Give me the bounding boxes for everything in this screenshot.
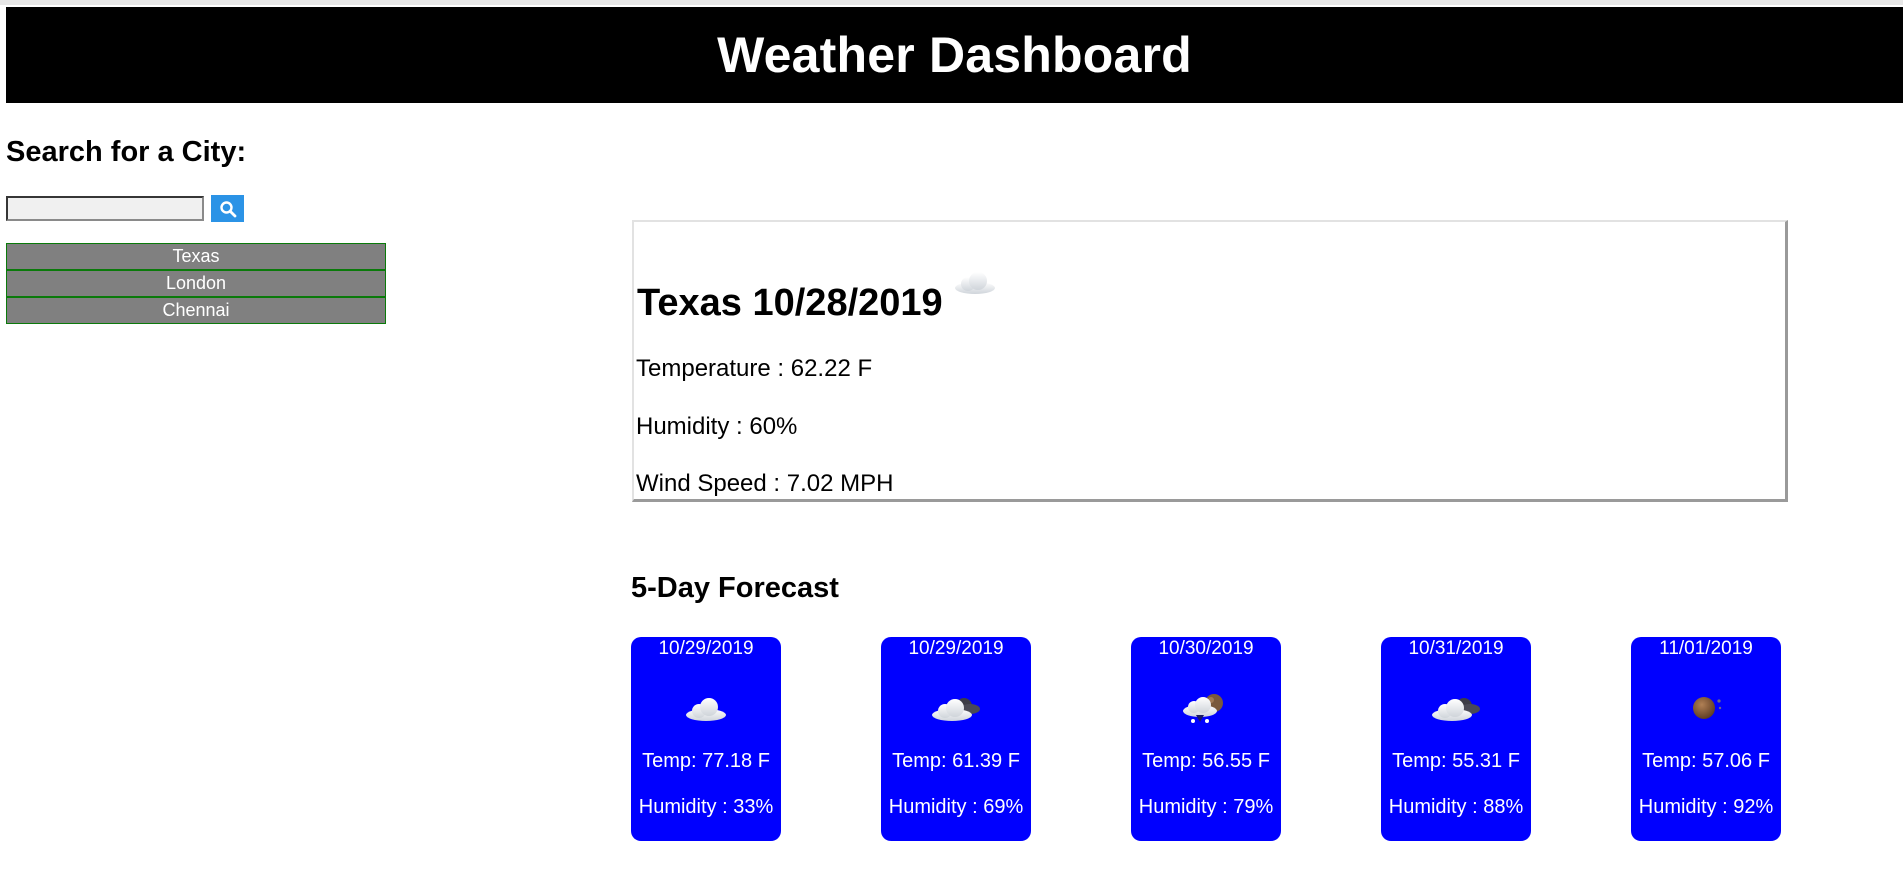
search-icon xyxy=(219,200,236,217)
city-search-input[interactable] xyxy=(6,196,204,221)
forecast-date: 11/01/2019 xyxy=(1659,638,1753,659)
history-item-chennai[interactable]: Chennai xyxy=(6,297,386,324)
forecast-date: 10/31/2019 xyxy=(1408,638,1504,659)
forecast-heading: 5-Day Forecast xyxy=(631,572,839,604)
forecast-card: 10/29/2019 Temp: 77.18 F Humidity : 33% xyxy=(631,637,781,841)
search-button[interactable] xyxy=(211,195,244,222)
forecast-card: 10/29/2019 Temp: 61.39 F Humidity : 69% xyxy=(881,637,1031,841)
forecast-temp: Temp: 57.06 F xyxy=(1642,750,1770,772)
forecast-card: 10/30/2019 Temp: 56.55 F Humidity: 79% xyxy=(1131,637,1281,841)
search-row xyxy=(6,195,244,222)
forecast-humidity: Humidity : 88% xyxy=(1388,796,1524,818)
dark-cloud-icon xyxy=(881,687,1031,727)
forecast-humidity: Humidity : 92% xyxy=(1638,796,1774,818)
current-weather-title: Texas 10/28/2019 xyxy=(637,272,999,325)
header-bar: Weather Dashboard xyxy=(6,7,1903,103)
search-history-list: Texas London Chennai xyxy=(6,243,386,324)
current-wind-speed: Wind Speed : 7.02 MPH xyxy=(636,470,894,497)
current-weather-panel: Texas 10/28/2019 Temperature : 62.22 F H… xyxy=(632,220,1788,502)
forecast-humidity: Humidity : 69% xyxy=(888,796,1024,818)
forecast-date: 10/29/2019 xyxy=(658,638,754,659)
forecast-date: 10/29/2019 xyxy=(908,638,1004,659)
history-item-london[interactable]: London xyxy=(6,270,386,297)
page-title: Weather Dashboard xyxy=(717,27,1192,83)
dark-cloud-icon xyxy=(1381,687,1531,727)
snow-cloud-icon xyxy=(1131,687,1281,727)
current-temperature: Temperature : 62.22 F xyxy=(636,355,873,382)
forecast-date: 10/30/2019 xyxy=(1158,638,1254,659)
top-rule xyxy=(0,0,1903,5)
forecast-card: 10/31/2019 Temp: 55.31 F Humidity : 88% xyxy=(1381,637,1531,841)
forecast-humidity: Humidity : 33% xyxy=(638,796,774,818)
forecast-temp: Temp: 61.39 F xyxy=(892,750,1020,772)
current-city-date: Texas 10/28/2019 xyxy=(637,282,943,324)
current-humidity: Humidity : 60% xyxy=(636,413,798,440)
history-item-texas[interactable]: Texas xyxy=(6,243,386,270)
search-heading: Search for a City: xyxy=(6,136,247,168)
forecast-humidity: Humidity : 79% xyxy=(1138,796,1274,818)
page: Weather Dashboard Search for a City: Tex… xyxy=(0,0,1903,879)
forecast-temp: Temp: 55.31 F xyxy=(1392,750,1520,772)
forecast-card: 11/01/2019 Temp: 57.06 F Humidity : 92% xyxy=(1631,637,1781,841)
moon-icon xyxy=(1631,687,1781,727)
forecast-temp: Temp: 56.55 F xyxy=(1142,750,1270,772)
forecast-temp: Temp: 77.18 F xyxy=(642,750,770,772)
cloud-icon xyxy=(631,687,781,727)
cloud-icon xyxy=(951,262,999,308)
